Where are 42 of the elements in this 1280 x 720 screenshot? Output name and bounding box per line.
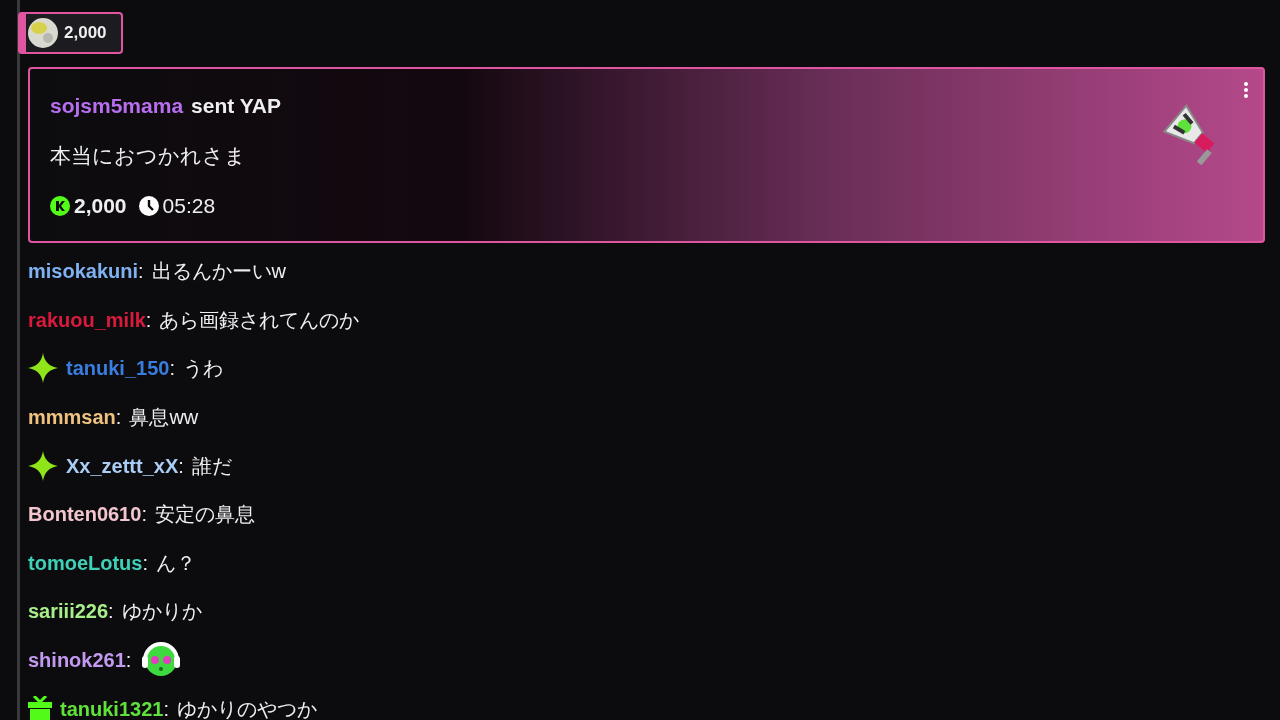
yap-time: 05:28 [162,193,216,219]
yap-action: sent YAP [191,93,281,119]
message-text: うわ [182,356,223,382]
username[interactable]: sojsm5mama [50,81,184,131]
username[interactable]: mmmsan [28,402,116,433]
message-text: あら画録されてんのか [159,307,360,333]
gift-badge-icon [28,695,52,720]
username[interactable]: sariii226 [28,596,109,627]
message-text: ん？ [156,550,196,576]
colon-text: : [142,550,148,576]
colon-text: : [178,453,184,479]
clock-icon [138,196,159,216]
username[interactable]: tanuki1321 [60,693,164,720]
colon-text: : [145,307,152,333]
sparkle-badge-icon [28,353,58,384]
colon-text: : [125,648,132,674]
colon-text: : [138,259,144,285]
coin-icon [50,196,70,216]
gift-amount: 2,000 [64,22,107,45]
colon-text: : [108,599,114,625]
more-icon[interactable] [1243,81,1249,99]
username[interactable]: tomoeLotus [28,547,143,578]
username[interactable]: shinok261 [28,645,126,676]
message-text: 本当におつかれさま [50,144,246,167]
colon-text: : [169,356,175,382]
sparkle-badge-icon [28,450,58,481]
message-text: 誰だ [191,453,232,479]
message-text: ゆかりのやつか [176,696,317,720]
colon-text: : [163,696,169,720]
message-text: 安定の鼻息 [154,502,255,528]
message-text: 鼻息ww [129,405,199,431]
username[interactable]: Xx_zettt_xX [66,450,179,481]
username[interactable]: tanuki_150 [66,353,170,384]
message-text: ゆかりか [121,599,202,625]
gift-pill[interactable]: 2,000 [18,12,123,54]
message-text: 出るんかーいw [151,259,287,285]
username[interactable]: Bonten0610 [28,499,142,530]
username[interactable]: misokakuni [28,256,139,287]
username[interactable]: rakuou_milk [28,304,146,335]
colon-text: : [115,405,122,431]
colon-text: : [141,502,147,528]
yap-amount: 2,000 [74,193,127,219]
